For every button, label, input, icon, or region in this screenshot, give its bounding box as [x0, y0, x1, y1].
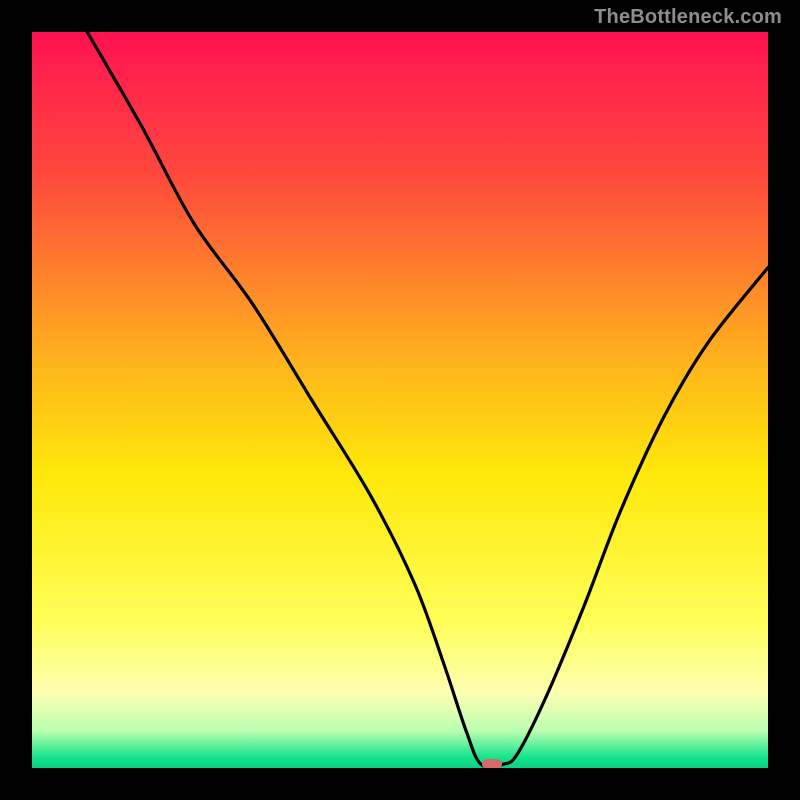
- chart-frame: TheBottleneck.com: [0, 0, 800, 800]
- watermark-text: TheBottleneck.com: [594, 6, 782, 29]
- bottleneck-curve: [32, 32, 768, 768]
- optimal-point-marker: [482, 759, 503, 768]
- plot-area: [32, 32, 768, 768]
